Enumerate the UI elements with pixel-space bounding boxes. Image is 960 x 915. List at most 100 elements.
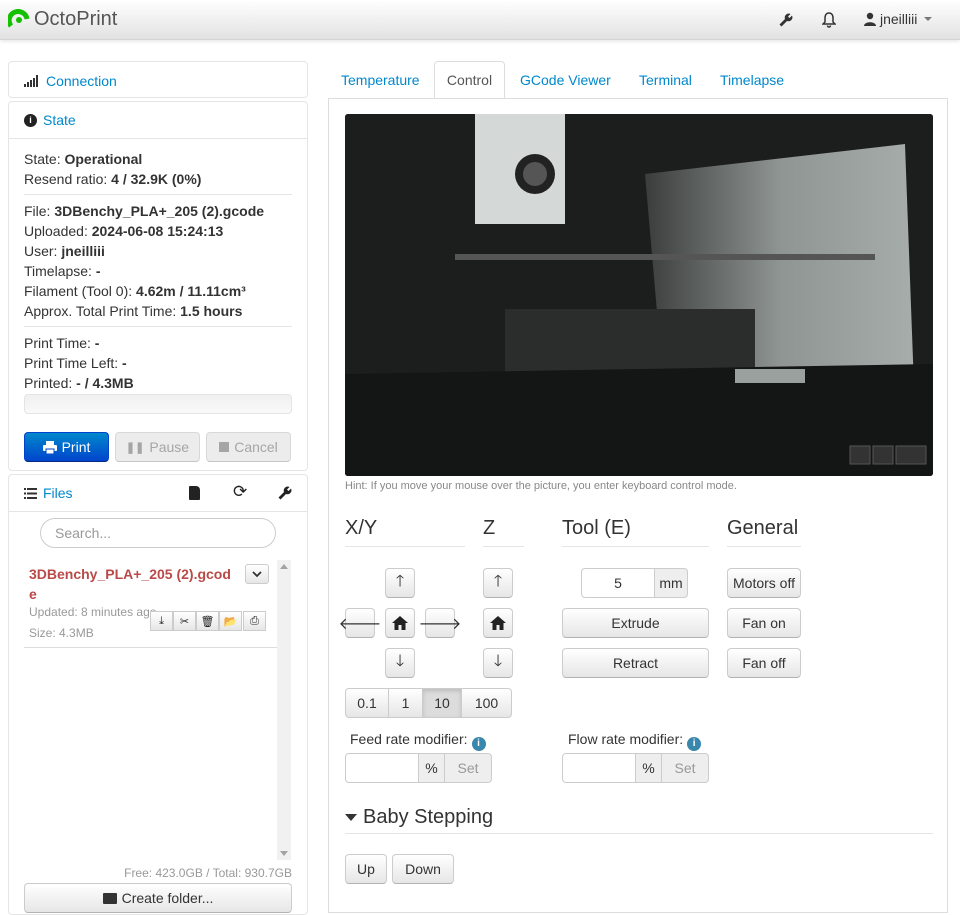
uploaded-line: Uploaded: 2024-06-08 15:24:13 — [24, 223, 224, 239]
files-link[interactable]: Files — [43, 485, 73, 501]
tab-gcode-viewer[interactable]: GCode Viewer — [520, 61, 611, 99]
bell-icon[interactable] — [819, 10, 839, 30]
feed-rate-input[interactable] — [345, 753, 419, 783]
create-folder-button[interactable]: Create folder... — [24, 883, 292, 913]
filament-line: Filament (Tool 0): 4.62m / 11.11cm³ — [24, 283, 246, 299]
file-expand-button[interactable] — [245, 564, 269, 584]
jog-z-minus-button[interactable]: 🡓 — [483, 648, 513, 678]
user-menu[interactable]: jneilliii — [864, 11, 933, 27]
extrude-button[interactable]: Extrude — [562, 608, 709, 638]
jog-y-minus-button[interactable]: 🡓 — [385, 648, 415, 678]
cut-icon[interactable]: ✂ — [173, 611, 196, 631]
step-100-button[interactable]: 100 — [461, 688, 512, 718]
step-1-button[interactable]: 1 — [388, 688, 423, 718]
stop-icon — [219, 442, 230, 452]
time-left-line: Print Time Left: - — [24, 355, 127, 371]
timelapse-line: Timelapse: - — [24, 263, 101, 279]
baby-step-down-button[interactable]: Down — [392, 854, 454, 884]
tab-timelapse[interactable]: Timelapse — [720, 61, 784, 99]
home-icon — [392, 616, 408, 630]
caret-down-icon — [345, 813, 357, 821]
list-item[interactable]: 3DBenchy_PLA+_205 (2).gcod e Updated: 8 … — [24, 560, 277, 648]
flow-rate-input[interactable] — [562, 753, 636, 783]
wrench-icon[interactable] — [776, 10, 796, 30]
step-0.1-button[interactable]: 0.1 — [345, 688, 389, 718]
home-icon — [490, 616, 506, 630]
state-value: Operational — [64, 151, 143, 167]
timelapse-value: - — [95, 263, 101, 279]
flow-rate-set-button[interactable]: Set — [661, 753, 709, 783]
flow-rate-percent: % — [635, 753, 662, 783]
print-progress-bar — [24, 394, 292, 414]
connection-link[interactable]: Connection — [46, 73, 117, 89]
pause-button[interactable]: ❚❚ Pause — [115, 432, 200, 462]
storage-info: Free: 423.0GB / Total: 930.7GB — [124, 866, 292, 880]
print-file-icon[interactable]: ⎙ — [243, 611, 266, 631]
file-list: 3DBenchy_PLA+_205 (2).gcod e Updated: 8 … — [24, 560, 294, 860]
file-search-input[interactable] — [40, 518, 276, 548]
printer-icon — [42, 440, 57, 454]
folder-icon — [102, 892, 117, 904]
list-icon — [24, 487, 37, 499]
brand-name: OctoPrint — [34, 8, 118, 30]
state-line: State: Operational — [24, 151, 143, 167]
download-icon[interactable]: ⤓ — [150, 611, 173, 631]
print-button[interactable]: Print — [24, 432, 109, 462]
state-header[interactable]: i State — [9, 102, 307, 139]
fan-off-button[interactable]: Fan off — [727, 648, 801, 678]
state-link[interactable]: State — [43, 112, 76, 128]
trash-icon[interactable]: 🗑 — [196, 611, 219, 631]
tab-temperature[interactable]: Temperature — [341, 61, 420, 99]
home-xy-button[interactable] — [385, 608, 415, 638]
jog-x-minus-button[interactable]: 🡐 — [339, 608, 381, 638]
files-header[interactable]: Files — [9, 475, 307, 512]
chevron-down-icon — [252, 570, 262, 577]
motors-off-button[interactable]: Motors off — [727, 568, 801, 598]
octoprint-logo-icon — [8, 8, 30, 28]
tab-control[interactable]: Control — [434, 61, 505, 99]
feed-rate-set-button[interactable]: Set — [444, 753, 492, 783]
user-icon — [864, 12, 876, 26]
webcam-stream[interactable] — [345, 114, 933, 476]
file-name[interactable]: 3DBenchy_PLA+_205 (2).gcod — [29, 564, 231, 584]
time-left-value: - — [122, 355, 127, 371]
jog-z-plus-button[interactable]: 🡑 — [483, 568, 513, 598]
step-10-button[interactable]: 10 — [422, 688, 462, 718]
folder-open-icon[interactable]: 📂 — [219, 611, 242, 631]
webcam-image — [345, 114, 933, 476]
printed-line: Printed: - / 4.3MB — [24, 375, 134, 391]
tab-bar: Temperature Control GCode Viewer Termina… — [328, 61, 948, 99]
state-accordion: i State State: Operational Resend ratio:… — [8, 101, 308, 471]
brand[interactable]: OctoPrint — [8, 8, 117, 31]
print-time-line: Print Time: - — [24, 335, 100, 351]
feed-rate-percent: % — [418, 753, 445, 783]
chevron-down-icon — [924, 17, 933, 21]
jog-y-plus-button[interactable]: 🡑 — [385, 568, 415, 598]
navbar: OctoPrint jneilliii — [0, 0, 960, 40]
user-value: jneilliii — [61, 243, 105, 259]
cancel-button[interactable]: Cancel — [206, 432, 291, 462]
resend-value: 4 / 32.9K (0%) — [111, 171, 202, 187]
tab-terminal[interactable]: Terminal — [639, 61, 692, 99]
xy-title: X/Y — [345, 517, 465, 547]
sd-card-icon[interactable] — [189, 486, 200, 500]
info-icon[interactable]: i — [471, 736, 486, 751]
z-title: Z — [483, 517, 524, 547]
refresh-icon[interactable]: ⟳ — [233, 482, 247, 502]
fan-on-button[interactable]: Fan on — [727, 608, 801, 638]
file-updated: Updated: 8 minutes ago — [29, 605, 157, 619]
retract-button[interactable]: Retract — [562, 648, 709, 678]
divider — [24, 326, 292, 327]
pause-icon: ❚❚ — [125, 441, 145, 454]
uploaded-value: 2024-06-08 15:24:13 — [91, 223, 224, 239]
baby-stepping-header[interactable]: Baby Stepping — [345, 801, 933, 834]
baby-step-up-button[interactable]: Up — [345, 854, 387, 884]
general-title: General — [727, 517, 801, 547]
connection-header[interactable]: Connection — [9, 62, 307, 99]
extrude-unit: mm — [654, 568, 688, 598]
info-icon[interactable]: i — [687, 736, 702, 751]
jog-x-plus-button[interactable]: 🡒 — [419, 608, 461, 638]
home-z-button[interactable] — [483, 608, 513, 638]
wrench-icon[interactable] — [277, 485, 293, 504]
extrude-amount-input[interactable]: 5 — [581, 568, 655, 598]
